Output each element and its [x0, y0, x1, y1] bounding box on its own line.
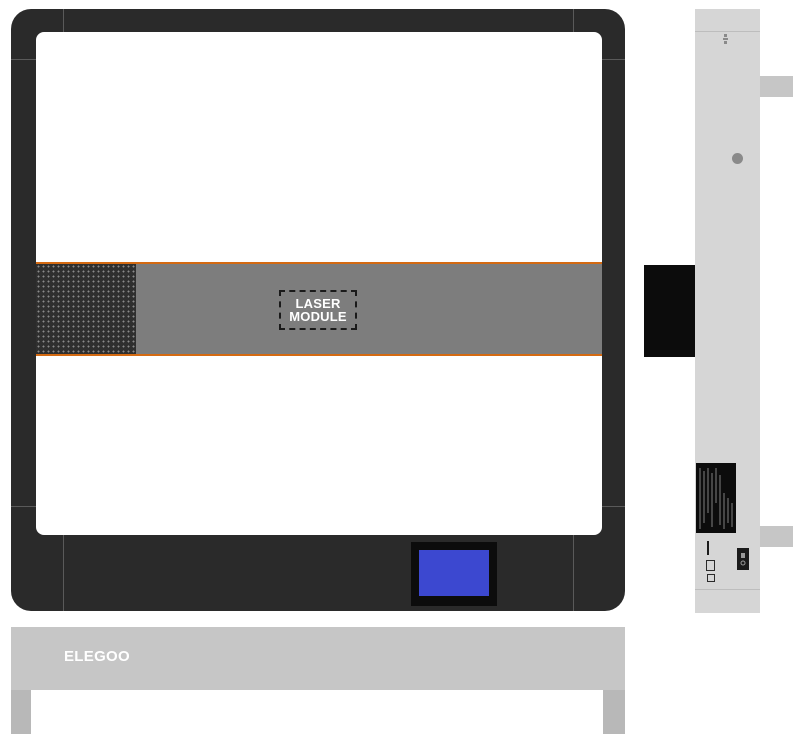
frame-seam: [11, 59, 36, 60]
side-indicator: [707, 541, 709, 555]
brand-logo: ELEGOO: [64, 648, 130, 665]
side-seam-top: [695, 31, 760, 32]
power-switch-icon[interactable]: [737, 548, 749, 570]
side-seam-bottom: [695, 589, 760, 590]
side-knob[interactable]: [732, 153, 743, 164]
side-gantry-end: [644, 265, 695, 357]
power-jack-icon[interactable]: [707, 574, 715, 582]
side-bracket-bottom: [760, 526, 793, 547]
laser-module[interactable]: LASER MODULE: [279, 290, 357, 330]
frame-seam: [63, 9, 64, 32]
side-bracket-top: [760, 76, 793, 97]
gantry-vent-grille: [36, 264, 136, 354]
front-leg-left: [11, 690, 31, 734]
frame-seam: [573, 9, 574, 32]
frame-seam: [63, 535, 64, 611]
screw-icon: [723, 34, 728, 44]
control-screen[interactable]: [419, 550, 489, 596]
frame-seam: [602, 506, 625, 507]
frame-seam: [573, 535, 574, 611]
frame-seam: [602, 59, 625, 60]
spec-label-sticker: [696, 463, 736, 533]
frame-seam: [11, 506, 36, 507]
laser-module-label-line2: MODULE: [289, 309, 347, 324]
usb-port-icon[interactable]: [706, 560, 715, 571]
front-leg-right: [603, 690, 625, 734]
